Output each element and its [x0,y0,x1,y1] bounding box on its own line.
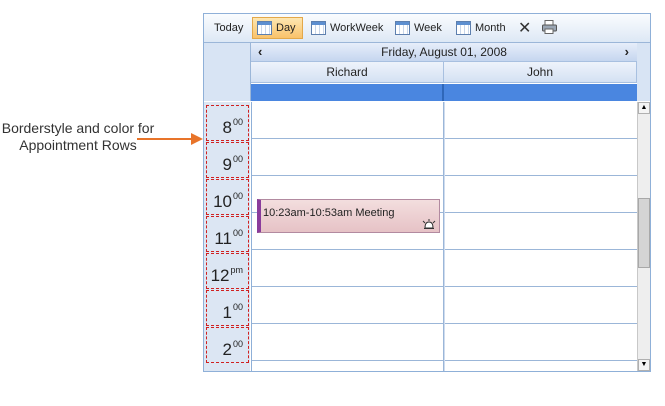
appointment-row[interactable] [252,102,638,139]
toolbar: Today Day WorkWeek Week Month ✕ [204,14,650,43]
reminder-bell-icon [422,219,436,229]
workweek-calendar-icon [311,21,326,35]
workweek-view-button[interactable]: WorkWeek [307,17,387,39]
all-day-row[interactable] [251,84,637,101]
resource-divider-highlight [444,102,445,371]
day-label: Day [276,22,296,34]
time-column: 800 900 1000 1100 12pm 100 200 [204,102,250,371]
date-navigation: ‹ Friday, August 01, 2008 › [251,43,637,62]
time-slot-label: 1000 [206,179,249,215]
print-icon[interactable] [542,20,557,34]
workweek-label: WorkWeek [330,22,384,34]
annotation-arrow-icon [137,133,203,145]
vertical-scrollbar[interactable]: ▲ ▼ [637,102,650,371]
header-corner [204,43,251,101]
day-calendar-icon [257,21,272,35]
time-slot-label: 1100 [206,216,249,252]
week-view-button[interactable]: Week [391,17,446,39]
scroll-thumb[interactable] [638,198,650,268]
header-scroll-spacer [637,43,650,101]
scroll-down-button[interactable]: ▼ [638,359,650,371]
scheduler: Today Day WorkWeek Week Month ✕ ‹ Friday… [203,13,651,372]
day-view-button[interactable]: Day [252,17,303,39]
appointment-row[interactable] [252,139,638,176]
today-button[interactable]: Today [210,17,247,39]
month-calendar-icon [456,21,471,35]
close-icon[interactable]: ✕ [518,18,531,38]
time-slot-label: 12pm [206,253,249,289]
month-view-button[interactable]: Month [452,17,510,39]
resource-header-richard: Richard [251,62,444,83]
time-slot-label: 900 [206,142,249,178]
annotation-text: Borderstyle and color for Appointment Ro… [1,120,155,153]
today-label: Today [214,22,244,34]
appointment-row[interactable] [252,250,638,287]
month-label: Month [475,22,506,34]
time-slot-label: 200 [206,327,249,363]
scroll-up-button[interactable]: ▲ [638,102,650,114]
appointment-meeting[interactable]: 10:23am-10:53am Meeting [257,199,440,233]
current-date: Friday, August 01, 2008 [381,45,507,59]
resource-header-john: John [444,62,637,83]
time-slot-label: 100 [206,290,249,326]
appointment-row[interactable] [252,287,638,324]
next-day-button[interactable]: › [625,43,629,61]
resource-header-row: Richard John [251,62,637,83]
time-slot-label: 800 [206,105,249,141]
appointment-grid: 10:23am-10:53am Meeting [251,102,638,371]
appointment-text: 10:23am-10:53am Meeting [263,207,395,219]
appointment-row[interactable] [252,324,638,361]
all-day-divider [442,84,444,101]
week-calendar-icon [395,21,410,35]
week-label: Week [414,22,442,34]
prev-day-button[interactable]: ‹ [258,43,262,61]
